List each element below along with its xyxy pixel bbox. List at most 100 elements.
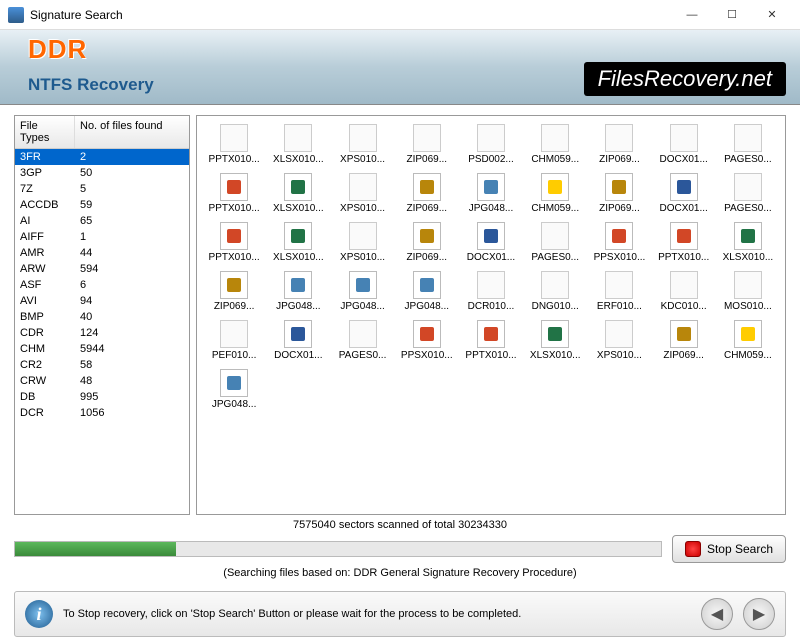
- file-item[interactable]: PPTX010...: [203, 171, 265, 216]
- file-name: XLSX010...: [270, 154, 326, 165]
- file-item[interactable]: XLSX010...: [267, 122, 329, 167]
- file-name: JPG048...: [463, 203, 519, 214]
- file-item[interactable]: CHM059...: [524, 171, 586, 216]
- file-type-row[interactable]: ARW594: [15, 261, 189, 277]
- file-item[interactable]: XPS010...: [331, 220, 393, 265]
- file-name: JPG048...: [399, 301, 455, 312]
- file-item[interactable]: MOS010...: [717, 269, 779, 314]
- file-item[interactable]: JPG048...: [460, 171, 522, 216]
- file-item[interactable]: ZIP069...: [396, 122, 458, 167]
- file-item[interactable]: ZIP069...: [396, 220, 458, 265]
- file-item[interactable]: DOCX01...: [653, 171, 715, 216]
- file-icon: [413, 271, 441, 299]
- file-item[interactable]: ZIP069...: [396, 171, 458, 216]
- file-type-name: CR2: [20, 359, 80, 371]
- file-item[interactable]: ZIP069...: [588, 122, 650, 167]
- file-type-row[interactable]: 7Z5: [15, 181, 189, 197]
- file-type-row[interactable]: CRW48: [15, 373, 189, 389]
- file-type-row[interactable]: AI65: [15, 213, 189, 229]
- progress-bar: [14, 541, 662, 557]
- file-icon: [220, 124, 248, 152]
- forward-button[interactable]: ▶: [743, 598, 775, 630]
- file-item[interactable]: JPG048...: [267, 269, 329, 314]
- file-type-row[interactable]: 3FR2: [15, 149, 189, 165]
- file-item[interactable]: ZIP069...: [588, 171, 650, 216]
- file-type-name: BMP: [20, 311, 80, 323]
- file-type-row[interactable]: AMR44: [15, 245, 189, 261]
- file-item[interactable]: DOCX01...: [460, 220, 522, 265]
- file-item[interactable]: JPG048...: [203, 367, 265, 412]
- file-item[interactable]: DCR010...: [460, 269, 522, 314]
- file-item[interactable]: PAGES0...: [717, 171, 779, 216]
- file-type-row[interactable]: ASF6: [15, 277, 189, 293]
- file-name: PAGES0...: [720, 154, 776, 165]
- file-type-row[interactable]: CR258: [15, 357, 189, 373]
- file-item[interactable]: DOCX01...: [267, 318, 329, 363]
- file-item[interactable]: ZIP069...: [203, 269, 265, 314]
- file-type-row[interactable]: AVI94: [15, 293, 189, 309]
- file-type-count: 5944: [80, 343, 184, 355]
- file-icon: [541, 320, 569, 348]
- file-type-count: 1: [80, 231, 184, 243]
- progress-area: 7575040 sectors scanned of total 3023433…: [0, 515, 800, 583]
- file-icon: [670, 320, 698, 348]
- file-item[interactable]: ZIP069...: [653, 318, 715, 363]
- file-item[interactable]: PPTX010...: [203, 122, 265, 167]
- file-item[interactable]: DOCX01...: [653, 122, 715, 167]
- file-item[interactable]: XLSX010...: [717, 220, 779, 265]
- file-item[interactable]: PPTX010...: [653, 220, 715, 265]
- file-name: ZIP069...: [591, 203, 647, 214]
- file-item[interactable]: PPSX010...: [588, 220, 650, 265]
- file-type-row[interactable]: AIFF1: [15, 229, 189, 245]
- file-types-list: 3FR23GP507Z5ACCDB59AI65AIFF1AMR44ARW594A…: [15, 149, 189, 421]
- file-icon: [284, 320, 312, 348]
- file-item[interactable]: XPS010...: [331, 171, 393, 216]
- file-item[interactable]: XPS010...: [331, 122, 393, 167]
- file-name: ZIP069...: [399, 154, 455, 165]
- file-item[interactable]: PPSX010...: [396, 318, 458, 363]
- col-file-count[interactable]: No. of files found: [75, 116, 189, 148]
- file-icon: [349, 320, 377, 348]
- file-icon: [349, 271, 377, 299]
- file-item[interactable]: PSD002...: [460, 122, 522, 167]
- file-item[interactable]: DNG010...: [524, 269, 586, 314]
- file-item[interactable]: CHM059...: [524, 122, 586, 167]
- file-item[interactable]: PPTX010...: [460, 318, 522, 363]
- file-icon: [477, 271, 505, 299]
- col-file-types[interactable]: File Types: [15, 116, 75, 148]
- file-item[interactable]: CHM059...: [717, 318, 779, 363]
- file-item[interactable]: KDC010...: [653, 269, 715, 314]
- stop-search-button[interactable]: Stop Search: [672, 535, 786, 563]
- file-icon: [220, 222, 248, 250]
- file-type-count: 50: [80, 167, 184, 179]
- file-item[interactable]: JPG048...: [331, 269, 393, 314]
- file-type-name: AI: [20, 215, 80, 227]
- back-button[interactable]: ◀: [701, 598, 733, 630]
- file-item[interactable]: XPS010...: [588, 318, 650, 363]
- file-icon: [541, 222, 569, 250]
- file-item[interactable]: XLSX010...: [267, 220, 329, 265]
- file-icon: [413, 173, 441, 201]
- file-type-row[interactable]: ACCDB59: [15, 197, 189, 213]
- file-type-row[interactable]: BMP40: [15, 309, 189, 325]
- file-item[interactable]: JPG048...: [396, 269, 458, 314]
- file-name: DNG010...: [527, 301, 583, 312]
- footer-bar: i To Stop recovery, click on 'Stop Searc…: [14, 591, 786, 637]
- file-type-row[interactable]: CDR124: [15, 325, 189, 341]
- file-type-row[interactable]: 3GP50: [15, 165, 189, 181]
- file-item[interactable]: XLSX010...: [267, 171, 329, 216]
- file-item[interactable]: PEF010...: [203, 318, 265, 363]
- file-item[interactable]: PAGES0...: [331, 318, 393, 363]
- maximize-button[interactable]: ☐: [712, 1, 752, 29]
- file-item[interactable]: PAGES0...: [717, 122, 779, 167]
- file-item[interactable]: ERF010...: [588, 269, 650, 314]
- file-type-row[interactable]: CHM5944: [15, 341, 189, 357]
- minimize-button[interactable]: —: [672, 1, 712, 29]
- close-button[interactable]: ✕: [752, 1, 792, 29]
- file-name: KDC010...: [656, 301, 712, 312]
- file-item[interactable]: PAGES0...: [524, 220, 586, 265]
- file-item[interactable]: PPTX010...: [203, 220, 265, 265]
- file-item[interactable]: XLSX010...: [524, 318, 586, 363]
- file-type-row[interactable]: DCR1056: [15, 405, 189, 421]
- file-type-row[interactable]: DB995: [15, 389, 189, 405]
